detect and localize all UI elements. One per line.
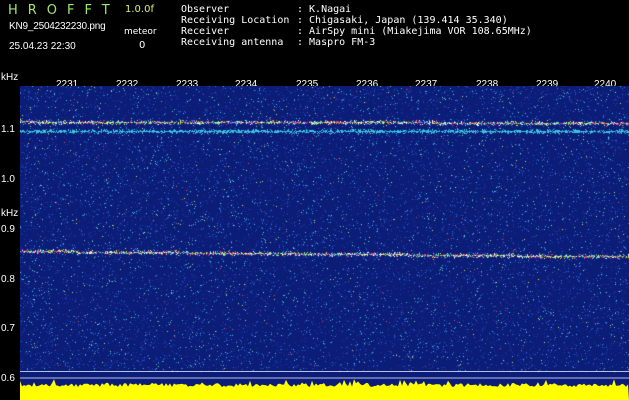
antenna-label: Receiving antenna [181, 37, 284, 48]
y-tick-label: 1.1 [1, 124, 15, 135]
antenna-value: : Maspro FM-3 [297, 37, 376, 48]
y-tick-label: 0.7 [1, 323, 15, 334]
y-tick-label: 1.0 [1, 174, 15, 185]
signal-level-bar [20, 379, 629, 400]
y-unit-label: kHz [1, 72, 19, 83]
version-label: 1.0.0f [125, 4, 154, 15]
receiver-value: : AirSpy mini (Miakejima VOR 108.65MHz) [297, 26, 532, 37]
datetime-label: 25.04.23 22:30 [9, 41, 76, 52]
meteor-count: 0 [139, 40, 146, 51]
location-label: Receiving Location [181, 15, 290, 26]
spectrogram [20, 86, 629, 400]
spectrogram-overlay [20, 370, 629, 400]
meteor-label: meteor [124, 27, 157, 37]
y-tick-label: 0.9 [1, 224, 15, 235]
observer-value: : K.Nagai [297, 4, 352, 15]
y-tick-label: 0.6 [1, 373, 15, 384]
y-tick-label: 0.8 [1, 274, 15, 285]
receiver-label: Receiver [181, 26, 230, 37]
observer-label: Observer [181, 4, 230, 15]
hrofft-window: HROFFT 1.0.0f KN9_2504232230.png meteor … [0, 0, 629, 400]
y-unit-label-mid: kHz [1, 208, 19, 219]
location-value: : Chigasaki, Japan (139.414 35.340) [297, 15, 508, 26]
app-title: HROFFT [8, 3, 120, 18]
filename-label: KN9_2504232230.png [9, 21, 106, 32]
